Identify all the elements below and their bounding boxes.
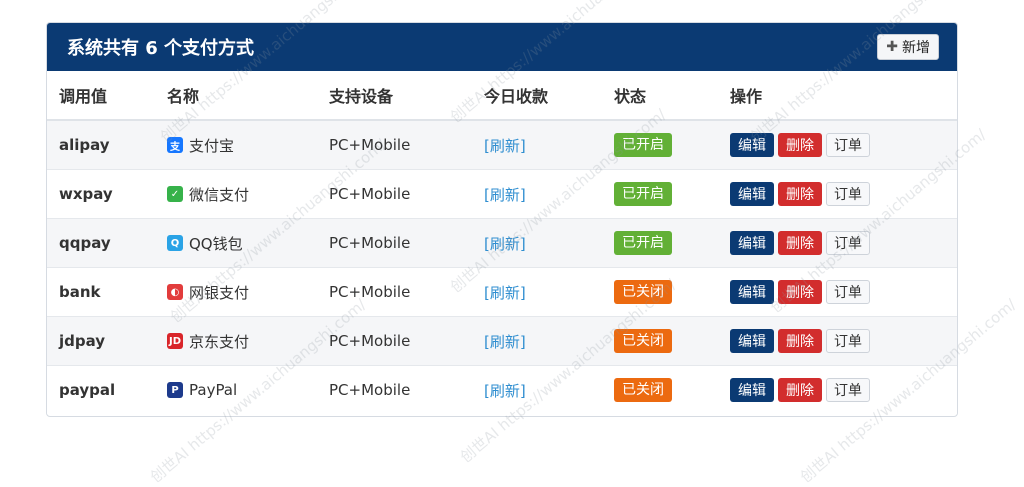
row-name: 支付宝 <box>189 136 235 155</box>
row-device: PC+Mobile <box>317 169 472 219</box>
row-device: PC+Mobile <box>317 267 472 317</box>
delete-button[interactable]: 删除 <box>778 329 822 353</box>
col-status: 状态 <box>602 71 718 121</box>
row-device: PC+Mobile <box>317 316 472 366</box>
orders-button[interactable]: 订单 <box>826 133 870 157</box>
row-status-cell: 已关闭 <box>602 316 718 366</box>
row-code: alipay <box>47 119 155 170</box>
row-today-cell: [刷新] <box>472 169 602 219</box>
delete-button[interactable]: 删除 <box>778 231 822 255</box>
orders-button[interactable]: 订单 <box>826 231 870 255</box>
table-row: paypal P PayPal PC+Mobile [刷新] 已关闭 编辑 删除… <box>47 365 957 414</box>
row-status-cell: 已关闭 <box>602 365 718 414</box>
table-row: jdpay JD 京东支付 PC+Mobile [刷新] 已关闭 编辑 删除 订… <box>47 316 957 366</box>
edit-button[interactable]: 编辑 <box>730 133 774 157</box>
row-name: 网银支付 <box>189 283 250 302</box>
payment-panel: 系统共有 6 个支付方式 ✚ 新增 调用值 名称 支持设备 今日收款 状态 操作… <box>46 22 958 417</box>
refresh-link[interactable]: [刷新] <box>484 186 526 204</box>
qq-icon: Q <box>167 235 183 251</box>
row-name-cell: Q QQ钱包 <box>155 218 317 268</box>
row-actions-cell: 编辑 删除 订单 <box>718 169 957 219</box>
status-badge: 已开启 <box>614 182 672 206</box>
delete-button[interactable]: 删除 <box>778 378 822 402</box>
add-button[interactable]: ✚ 新增 <box>877 34 939 60</box>
table-row: qqpay Q QQ钱包 PC+Mobile [刷新] 已开启 编辑 删除 订单 <box>47 218 957 268</box>
orders-button[interactable]: 订单 <box>826 329 870 353</box>
refresh-link[interactable]: [刷新] <box>484 137 526 155</box>
col-device: 支持设备 <box>317 71 472 121</box>
delete-button[interactable]: 删除 <box>778 182 822 206</box>
row-today-cell: [刷新] <box>472 119 602 170</box>
row-device: PC+Mobile <box>317 365 472 414</box>
payment-table: 调用值 名称 支持设备 今日收款 状态 操作 alipay 支 支付宝 PC+M… <box>47 71 957 414</box>
row-name: 微信支付 <box>189 185 250 204</box>
row-actions-cell: 编辑 删除 订单 <box>718 218 957 268</box>
row-actions-cell: 编辑 删除 订单 <box>718 316 957 366</box>
edit-button[interactable]: 编辑 <box>730 280 774 304</box>
col-name: 名称 <box>155 71 317 121</box>
wechat-icon: ✓ <box>167 186 183 202</box>
row-code: paypal <box>47 365 155 414</box>
alipay-icon: 支 <box>167 137 183 153</box>
refresh-link[interactable]: [刷新] <box>484 284 526 302</box>
row-actions-cell: 编辑 删除 订单 <box>718 365 957 414</box>
refresh-link[interactable]: [刷新] <box>484 333 526 351</box>
row-status-cell: 已开启 <box>602 218 718 268</box>
row-status-cell: 已开启 <box>602 169 718 219</box>
row-name-cell: ◐ 网银支付 <box>155 267 317 317</box>
row-actions-cell: 编辑 删除 订单 <box>718 267 957 317</box>
jd-icon: JD <box>167 333 183 349</box>
refresh-link[interactable]: [刷新] <box>484 382 526 400</box>
unionpay-icon: ◐ <box>167 284 183 300</box>
plus-icon: ✚ <box>886 39 898 55</box>
status-badge: 已关闭 <box>614 378 672 402</box>
edit-button[interactable]: 编辑 <box>730 231 774 255</box>
row-device: PC+Mobile <box>317 218 472 268</box>
row-code: bank <box>47 267 155 317</box>
row-name-cell: JD 京东支付 <box>155 316 317 366</box>
row-name-cell: ✓ 微信支付 <box>155 169 317 219</box>
refresh-link[interactable]: [刷新] <box>484 235 526 253</box>
row-device: PC+Mobile <box>317 119 472 170</box>
row-name: 京东支付 <box>189 332 250 351</box>
col-code: 调用值 <box>47 71 155 121</box>
status-badge: 已关闭 <box>614 280 672 304</box>
paypal-icon: P <box>167 382 183 398</box>
orders-button[interactable]: 订单 <box>826 182 870 206</box>
col-today: 今日收款 <box>472 71 602 121</box>
row-name: QQ钱包 <box>189 234 243 253</box>
table-row: alipay 支 支付宝 PC+Mobile [刷新] 已开启 编辑 删除 订单 <box>47 119 957 170</box>
row-code: qqpay <box>47 218 155 268</box>
table-row: wxpay ✓ 微信支付 PC+Mobile [刷新] 已开启 编辑 删除 订单 <box>47 169 957 219</box>
table-row: bank ◐ 网银支付 PC+Mobile [刷新] 已关闭 编辑 删除 订单 <box>47 267 957 317</box>
row-code: wxpay <box>47 169 155 219</box>
panel-header: 系统共有 6 个支付方式 ✚ 新增 <box>47 23 957 71</box>
status-badge: 已开启 <box>614 231 672 255</box>
row-code: jdpay <box>47 316 155 366</box>
row-today-cell: [刷新] <box>472 365 602 414</box>
status-badge: 已关闭 <box>614 329 672 353</box>
panel-title: 系统共有 6 个支付方式 <box>67 38 255 59</box>
row-status-cell: 已关闭 <box>602 267 718 317</box>
row-name: PayPal <box>189 381 238 399</box>
edit-button[interactable]: 编辑 <box>730 378 774 402</box>
col-actions: 操作 <box>718 71 957 121</box>
delete-button[interactable]: 删除 <box>778 280 822 304</box>
table-header-row: 调用值 名称 支持设备 今日收款 状态 操作 <box>47 71 957 121</box>
add-button-label: 新增 <box>902 40 930 56</box>
row-name-cell: P PayPal <box>155 365 317 414</box>
row-actions-cell: 编辑 删除 订单 <box>718 119 957 170</box>
orders-button[interactable]: 订单 <box>826 378 870 402</box>
row-status-cell: 已开启 <box>602 119 718 170</box>
row-today-cell: [刷新] <box>472 218 602 268</box>
edit-button[interactable]: 编辑 <box>730 329 774 353</box>
orders-button[interactable]: 订单 <box>826 280 870 304</box>
row-today-cell: [刷新] <box>472 267 602 317</box>
row-name-cell: 支 支付宝 <box>155 119 317 170</box>
delete-button[interactable]: 删除 <box>778 133 822 157</box>
row-today-cell: [刷新] <box>472 316 602 366</box>
status-badge: 已开启 <box>614 133 672 157</box>
edit-button[interactable]: 编辑 <box>730 182 774 206</box>
